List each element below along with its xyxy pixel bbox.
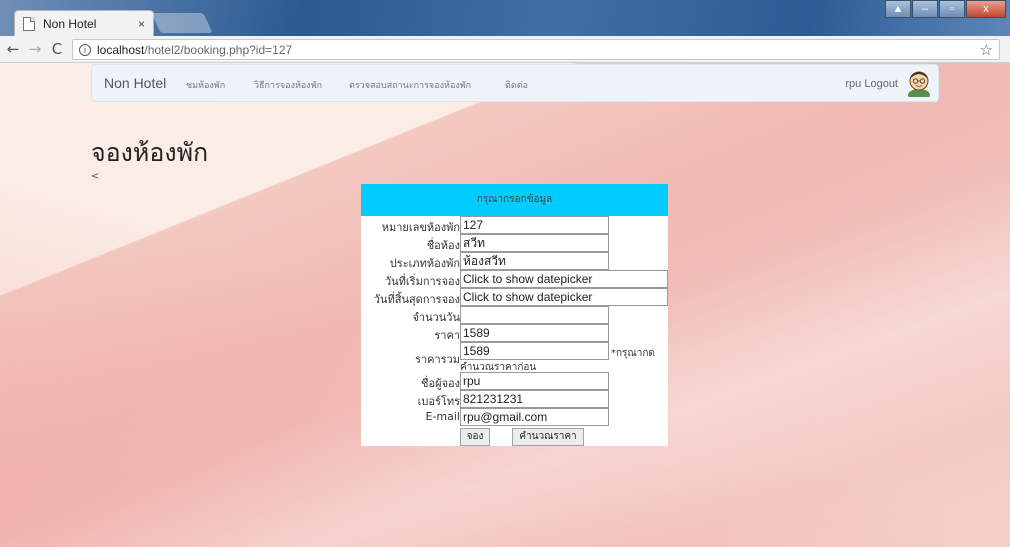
reload-icon[interactable]: C <box>48 40 66 58</box>
star-icon[interactable]: ☆ <box>980 41 993 59</box>
nav-link-rooms[interactable]: ชมห้องพัก <box>186 78 225 92</box>
page-icon <box>23 16 35 31</box>
form-row: วันที่เริ่มการจอง Click to show datepick… <box>361 270 668 288</box>
maximize-button[interactable]: ▫ <box>939 0 965 18</box>
form-row: ราคา 1589 <box>361 324 668 342</box>
logout-link[interactable]: rpu Logout <box>845 78 898 90</box>
form-header: กรุณากรอกข้อมูล <box>361 184 668 216</box>
avatar-icon[interactable] <box>906 69 932 97</box>
address-bar[interactable]: i localhost/hotel2/booking.php?id=127 ☆ <box>72 39 1000 60</box>
browser-toolbar: ← → C i localhost/hotel2/booking.php?id=… <box>0 36 1010 63</box>
days-input[interactable] <box>460 306 609 324</box>
form-actions: จอง คำนวณราคา <box>361 428 668 446</box>
back-link[interactable]: < <box>91 171 99 182</box>
book-button[interactable]: จอง <box>460 428 490 446</box>
phone-input[interactable]: 821231231 <box>460 390 609 408</box>
booking-form: กรุณากรอกข้อมูล หมายเลขห้องพัก 127 ชื่อห… <box>361 184 668 446</box>
form-row: ราคารวม 1589 *กรุณากด คำนวณราคาก่อน <box>361 342 668 373</box>
calculate-price-button[interactable]: คำนวณราคา <box>512 428 584 446</box>
form-row: หมายเลขห้องพัก 127 <box>361 216 668 234</box>
price-input[interactable]: 1589 <box>460 324 609 342</box>
nav-link-how-to-book[interactable]: วิธีการจองห้องพัก <box>254 78 322 92</box>
site-navbar: Non Hotel ชมห้องพัก วิธีการจองห้องพัก ตร… <box>91 64 939 102</box>
total-note: *กรุณากด <box>611 348 655 359</box>
end-date-input[interactable]: Click to show datepicker <box>460 288 668 306</box>
room-type-input[interactable]: ห้องสวีท <box>460 252 609 270</box>
form-row: E-mail rpu@gmail.com <box>361 408 668 426</box>
nav-link-booking-status[interactable]: ตรวจสอบสถานะการจองห้องพัก <box>349 78 471 92</box>
forward-arrow-icon[interactable]: → <box>26 40 44 58</box>
form-row: ชื่อห้อง สวีท <box>361 234 668 252</box>
email-input[interactable]: rpu@gmail.com <box>460 408 609 426</box>
booker-name-input[interactable]: rpu <box>460 372 609 390</box>
url-path: /hotel2/booking.php?id=127 <box>144 42 293 57</box>
room-name-input[interactable]: สวีท <box>460 234 609 252</box>
new-tab-button[interactable] <box>151 13 213 33</box>
form-row: วันที่สิ้นสุดการจอง Click to show datepi… <box>361 288 668 306</box>
browser-title-bar: Non Hotel × ▲ – ▫ x <box>0 0 1010 36</box>
total-label: ราคารวม <box>415 353 460 366</box>
close-icon[interactable]: × <box>138 17 145 31</box>
form-row: ชื่อผู้จอง rpu <box>361 372 668 390</box>
info-icon[interactable]: i <box>79 43 91 56</box>
url-host: localhost <box>97 42 145 57</box>
page-title: จองห้องพัก <box>91 138 209 167</box>
nav-link-contact[interactable]: ติดต่อ <box>505 78 528 92</box>
room-number-input[interactable]: 127 <box>460 216 609 234</box>
tab-title: Non Hotel <box>43 16 97 31</box>
form-row: จำนวนวัน <box>361 306 668 324</box>
minimize-button[interactable]: – <box>912 0 938 18</box>
restore-up-button[interactable]: ▲ <box>885 0 911 18</box>
browser-tab[interactable]: Non Hotel × <box>14 10 154 36</box>
window-controls: ▲ – ▫ x <box>884 0 1006 18</box>
start-date-input[interactable]: Click to show datepicker <box>460 270 668 288</box>
form-row: เบอร์โทร 821231231 <box>361 390 668 408</box>
window-close-button[interactable]: x <box>966 0 1006 18</box>
form-row: ประเภทห้องพัก ห้องสวีท <box>361 252 668 270</box>
brand-link[interactable]: Non Hotel <box>104 75 166 91</box>
total-input[interactable]: 1589 <box>460 342 609 360</box>
back-arrow-icon[interactable]: ← <box>4 40 22 58</box>
page-content: Non Hotel ชมห้องพัก วิธีการจองห้องพัก ตร… <box>0 63 1010 547</box>
email-label: E-mail <box>425 410 461 423</box>
